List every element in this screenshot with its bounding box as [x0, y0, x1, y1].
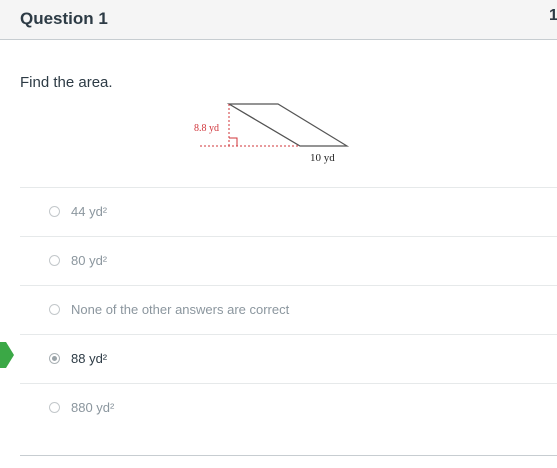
- question-title: Question 1: [20, 9, 108, 28]
- question-points: 1: [549, 7, 557, 24]
- radio-button-checked[interactable]: [49, 353, 60, 364]
- answer-label: 88 yd²: [71, 351, 108, 366]
- radio-button[interactable]: [49, 206, 60, 217]
- answer-option[interactable]: None of the other answers are correct: [20, 285, 557, 334]
- base-label: 10 yd: [310, 152, 335, 164]
- answer-option[interactable]: 880 yd²: [20, 383, 557, 432]
- question-prompt: Find the area.: [20, 74, 113, 91]
- answer-option[interactable]: 44 yd²: [20, 187, 557, 236]
- answer-label: 880 yd²: [71, 400, 115, 415]
- parallelogram-shape: [226, 103, 350, 147]
- answer-label: 44 yd²: [71, 204, 108, 219]
- answer-label: None of the other answers are correct: [71, 302, 290, 317]
- radio-button[interactable]: [49, 402, 60, 413]
- answer-option-selected[interactable]: 88 yd²: [20, 334, 557, 383]
- correct-answer-arrow-icon: [0, 342, 14, 368]
- answer-list: 44 yd² 80 yd² None of the other answers …: [20, 187, 557, 432]
- radio-button[interactable]: [49, 304, 60, 315]
- answer-label: 80 yd²: [71, 253, 108, 268]
- parallelogram-figure: 8.8 yd 10 yd: [194, 103, 350, 164]
- height-label: 8.8 yd: [194, 123, 219, 134]
- right-angle-marker: [229, 137, 238, 146]
- answer-option[interactable]: 80 yd²: [20, 236, 557, 285]
- question-header: Question 1 1: [0, 0, 557, 40]
- radio-button[interactable]: [49, 255, 60, 266]
- divider: [20, 455, 557, 456]
